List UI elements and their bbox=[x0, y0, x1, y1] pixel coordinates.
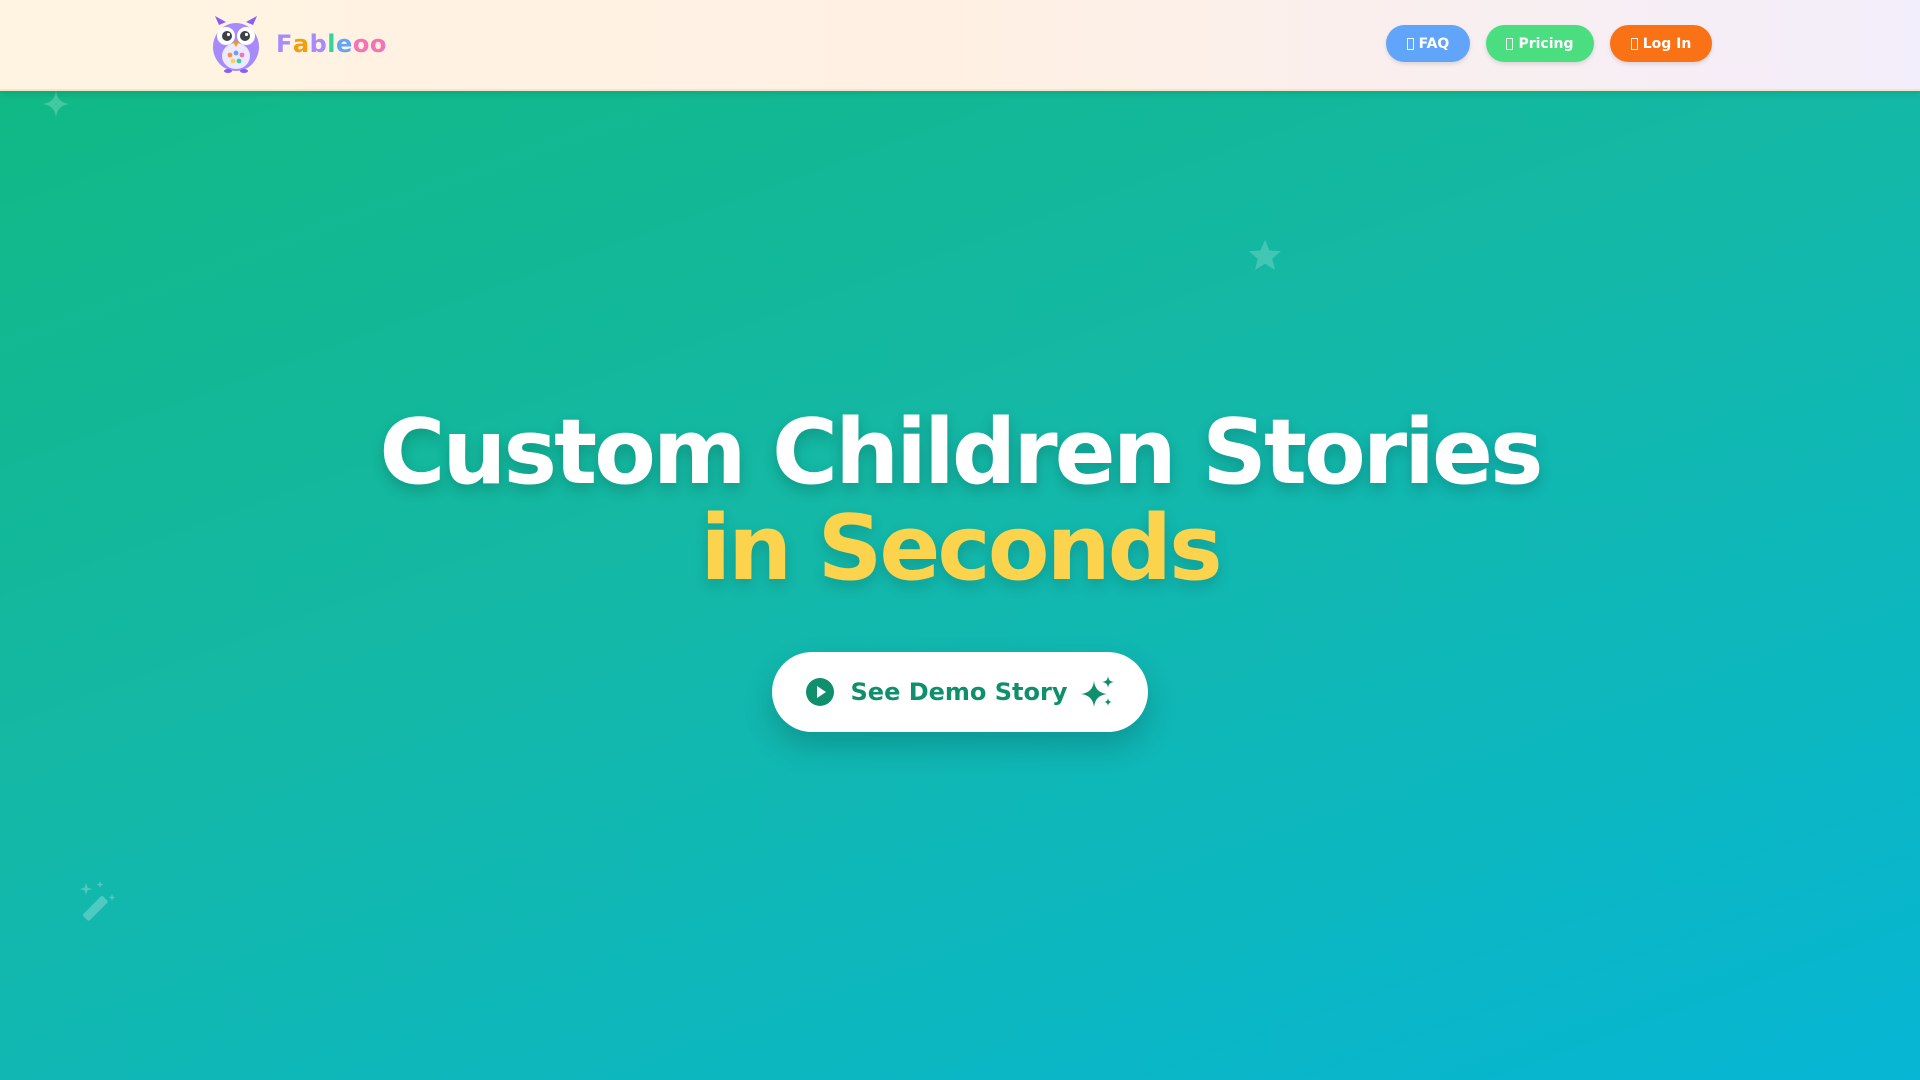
login-icon bbox=[1630, 37, 1638, 50]
pricing-label: Pricing bbox=[1518, 35, 1574, 52]
play-circle-icon bbox=[805, 678, 834, 706]
brand-letter: l bbox=[327, 30, 337, 58]
star-icon bbox=[1249, 240, 1281, 270]
faq-icon bbox=[1406, 37, 1414, 50]
sparkles-icon bbox=[1081, 676, 1115, 707]
hero-headline: Custom Children Stories bbox=[379, 400, 1543, 505]
brand-logo[interactable]: Fableoo bbox=[210, 14, 387, 74]
pricing-icon bbox=[1506, 37, 1514, 50]
brand-letter: o bbox=[369, 30, 387, 58]
hero-section: Custom Children Stories in Seconds bbox=[0, 405, 1920, 597]
faq-button[interactable]: FAQ bbox=[1386, 25, 1470, 62]
magic-wand-icon bbox=[80, 881, 116, 921]
brand-letter: e bbox=[336, 30, 353, 58]
brand-letter: o bbox=[352, 30, 370, 58]
hero-headline-highlight: in Seconds bbox=[700, 496, 1222, 601]
brand-letter: F bbox=[276, 30, 293, 58]
cta-label: See Demo Story bbox=[850, 678, 1068, 706]
login-button[interactable]: Log In bbox=[1610, 25, 1712, 62]
brand-letter: a bbox=[292, 30, 310, 58]
pricing-button[interactable]: Pricing bbox=[1486, 25, 1594, 62]
brand-letter: b bbox=[309, 30, 328, 58]
owl-logo-icon bbox=[213, 16, 259, 73]
sparkle-icon bbox=[42, 90, 70, 118]
login-label: Log In bbox=[1642, 35, 1692, 52]
see-demo-story-button[interactable]: See Demo Story bbox=[772, 652, 1148, 732]
brand-name: Fableoo bbox=[276, 30, 387, 58]
site-header: Fableoo FAQ Pricing Log In bbox=[0, 0, 1920, 91]
faq-label: FAQ bbox=[1418, 35, 1450, 52]
top-nav: FAQ Pricing Log In bbox=[1386, 25, 1712, 62]
